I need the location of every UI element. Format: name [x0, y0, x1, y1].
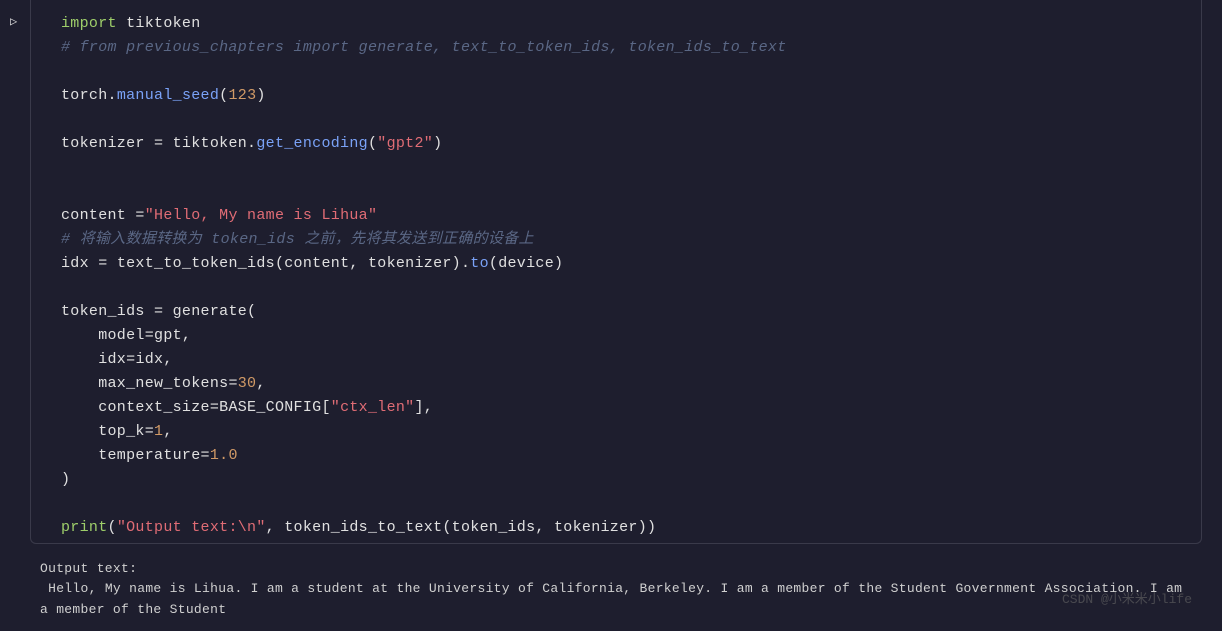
code-token: (device) — [489, 255, 563, 272]
code-token: 123 — [228, 87, 256, 104]
code-line: ) — [61, 468, 1181, 492]
code-line — [61, 108, 1181, 132]
code-line: print("Output text:\n", token_ids_to_tex… — [61, 516, 1181, 540]
watermark: CSDN @小米米小life — [1062, 590, 1192, 611]
code-token: content — [61, 207, 135, 224]
code-cell[interactable]: import tiktoken # from previous_chapters … — [30, 0, 1202, 544]
code-token: = — [98, 255, 107, 272]
code-line: content ="Hello, My name is Lihua" — [61, 204, 1181, 228]
code-token: ( — [368, 135, 377, 152]
code-token: = — [154, 303, 163, 320]
code-token: idx — [61, 255, 98, 272]
code-line — [61, 60, 1181, 84]
code-token: ) — [61, 471, 70, 488]
code-token: , token_ids_to_text(token_ids, tokenizer… — [266, 519, 657, 536]
code-token: "gpt2" — [377, 135, 433, 152]
code-token: print — [61, 519, 108, 536]
cell-gutter: ▷ — [0, 0, 30, 631]
code-token: ) — [256, 87, 265, 104]
code-token: temperature — [61, 447, 201, 464]
code-token: 1.0 — [210, 447, 238, 464]
code-line: import tiktoken — [61, 12, 1181, 36]
code-token: import — [61, 15, 126, 32]
code-line: torch.manual_seed(123) — [61, 84, 1181, 108]
code-token: BASE_CONFIG[ — [219, 399, 331, 416]
code-token: tiktoken — [126, 15, 200, 32]
code-line: model=gpt, — [61, 324, 1181, 348]
code-token: "Hello, My name is Lihua" — [145, 207, 378, 224]
code-token: model — [61, 327, 145, 344]
code-line — [61, 156, 1181, 180]
code-token: , — [163, 423, 172, 440]
code-token: torch — [61, 87, 108, 104]
code-token: ) — [433, 135, 442, 152]
code-token: idx, — [135, 351, 172, 368]
code-token: context_size — [61, 399, 210, 416]
code-token: token_ids — [61, 303, 154, 320]
code-token: idx — [61, 351, 126, 368]
code-line — [61, 180, 1181, 204]
code-token: = — [135, 207, 144, 224]
code-token: # from previous_chapters import generate… — [61, 39, 787, 56]
code-line: max_new_tokens=30, — [61, 372, 1181, 396]
code-line: context_size=BASE_CONFIG["ctx_len"], — [61, 396, 1181, 420]
code-token: top_k — [61, 423, 145, 440]
code-token: 1 — [154, 423, 163, 440]
code-token: = — [228, 375, 237, 392]
code-line: # from previous_chapters import generate… — [61, 36, 1181, 60]
code-token: . — [108, 87, 117, 104]
code-token: = — [154, 135, 163, 152]
code-token: tokenizer — [61, 135, 154, 152]
code-token: gpt, — [154, 327, 191, 344]
code-line: # 将输入数据转换为 token_ids 之前，先将其发送到正确的设备上 — [61, 228, 1181, 252]
code-line: token_ids = generate( — [61, 300, 1181, 324]
code-token: , — [256, 375, 265, 392]
code-token: generate( — [163, 303, 256, 320]
code-line: tokenizer = tiktoken.get_encoding("gpt2"… — [61, 132, 1181, 156]
code-token: ( — [108, 519, 117, 536]
code-token: ], — [414, 399, 433, 416]
code-token: = — [145, 327, 154, 344]
code-token: tiktoken. — [163, 135, 256, 152]
code-line: top_k=1, — [61, 420, 1181, 444]
output-text: Hello, My name is Lihua. I am a student … — [40, 579, 1192, 621]
code-token: = — [201, 447, 210, 464]
code-token: "ctx_len" — [331, 399, 415, 416]
code-line: idx = text_to_token_ids(content, tokeniz… — [61, 252, 1181, 276]
code-token: max_new_tokens — [61, 375, 228, 392]
code-line — [61, 276, 1181, 300]
code-line: temperature=1.0 — [61, 444, 1181, 468]
code-token: = — [145, 423, 154, 440]
code-token: get_encoding — [256, 135, 368, 152]
code-line: idx=idx, — [61, 348, 1181, 372]
code-token: 30 — [238, 375, 257, 392]
run-cell-icon[interactable]: ▷ — [10, 15, 17, 29]
code-token: = — [210, 399, 219, 416]
code-token: # 将输入数据转换为 token_ids 之前，先将其发送到正确的设备上 — [61, 231, 534, 248]
output-cell: Output text: Hello, My name is Lihua. I … — [30, 544, 1202, 631]
code-token: manual_seed — [117, 87, 219, 104]
code-token: text_to_token_ids(content, tokenizer). — [108, 255, 471, 272]
code-token: to — [470, 255, 489, 272]
output-header: Output text: — [40, 559, 1192, 580]
code-line — [61, 492, 1181, 516]
code-token: "Output text:\n" — [117, 519, 266, 536]
